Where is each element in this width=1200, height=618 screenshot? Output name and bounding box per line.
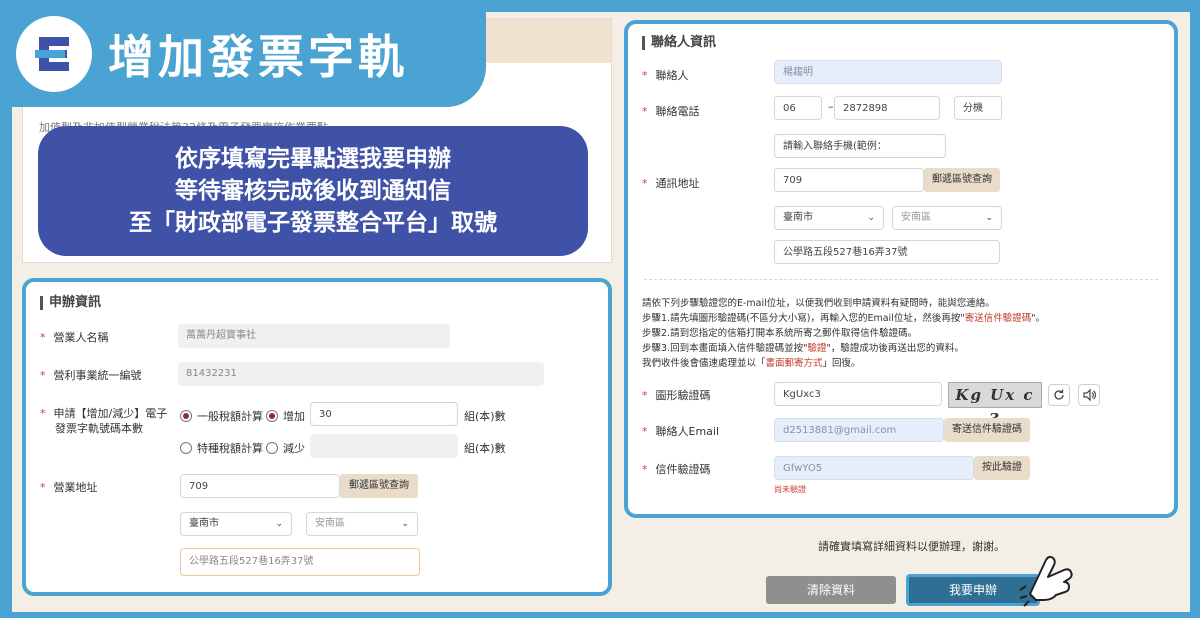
mobile-input[interactable]: 請輸入聯絡手機(範例：09XXXXXXX) bbox=[774, 134, 946, 158]
chevron-down-icon: ⌄ bbox=[401, 519, 409, 529]
logo-icon bbox=[16, 15, 92, 92]
page-title: 增加發票字軌 bbox=[108, 29, 408, 84]
business-address-label: * 營業地址 bbox=[40, 481, 98, 494]
captcha-label: * 圖形驗證碼 bbox=[642, 389, 711, 402]
title-badge: 增加發票字軌 bbox=[0, 0, 486, 107]
speaker-icon[interactable] bbox=[1078, 384, 1100, 406]
captcha-input[interactable]: KgUxc3 bbox=[774, 382, 942, 406]
contact-zip-lookup-button[interactable]: 郵遞區號查詢 bbox=[924, 168, 1000, 192]
verify-instructions: 請依下列步驟驗證您的E-mail位址，以便我們收到申請資料有疑問時，能與您連絡。… bbox=[642, 298, 1046, 369]
phone-number-input[interactable]: 2872898 bbox=[834, 96, 940, 120]
contact-district-select[interactable]: 安南區 ⌄ bbox=[892, 206, 1002, 230]
clear-button[interactable]: 清除資料 bbox=[766, 576, 896, 604]
verify-status: 尚未驗證 bbox=[774, 485, 806, 494]
contact-info-card: 聯絡人資訊 * 聯絡人 楊趨明 * 聯絡電話 06 – 2872898 分機 請輸入… bbox=[624, 20, 1178, 518]
phone-dash: – bbox=[828, 100, 834, 113]
radio-special-tax[interactable]: 特種稅額計算 bbox=[180, 440, 263, 456]
banner-line-1: 依序填寫完畢點選我要申辦 bbox=[175, 146, 451, 172]
radio-general-tax[interactable]: 一般稅額計算 bbox=[180, 408, 263, 424]
contact-street-input[interactable]: 公學路五段527巷16弄37號 bbox=[774, 240, 1000, 264]
contact-name-input[interactable]: 楊趨明 bbox=[774, 60, 1002, 84]
section-title-contact: 聯絡人資訊 bbox=[642, 36, 716, 50]
email-label: * 聯絡人Email bbox=[642, 425, 720, 438]
radio-decrease[interactable]: 減少 bbox=[266, 440, 305, 456]
phone-area-code-input[interactable]: 06 bbox=[774, 96, 822, 120]
hand-pointer-icon bbox=[1016, 550, 1080, 612]
decrease-quantity-input[interactable] bbox=[310, 434, 458, 458]
application-info-card: 申辦資訊 * 營業人名稱 萬萬丹超寶事社 * 營利事業統一編號 81432231 *… bbox=[22, 278, 612, 596]
email-code-input[interactable]: GfwYO5 bbox=[774, 456, 974, 480]
increase-quantity-input[interactable]: 30 bbox=[310, 402, 458, 426]
business-zip-lookup-button[interactable]: 郵遞區號查詢 bbox=[340, 474, 418, 498]
contact-address-label: * 通訊地址 bbox=[642, 177, 700, 190]
email-code-label: * 信件驗證碼 bbox=[642, 463, 711, 476]
contact-phone-label: * 聯絡電話 bbox=[642, 105, 700, 118]
banner-line-3: 至「財政部電子發票整合平台」取號 bbox=[129, 210, 497, 236]
section-divider bbox=[644, 279, 1158, 280]
banner-line-2: 等待審核完成後收到通知信 bbox=[175, 178, 451, 204]
send-code-button[interactable]: 寄送信件驗證碼 bbox=[944, 418, 1030, 442]
email-input[interactable]: d2513881@gmail.com bbox=[774, 418, 944, 442]
tax-id-field[interactable]: 81432231 bbox=[178, 362, 544, 386]
business-city-select[interactable]: 臺南市 ⌄ bbox=[180, 512, 292, 536]
chevron-down-icon: ⌄ bbox=[985, 213, 993, 223]
business-street-input[interactable]: 公學路五段527巷16弄37號 bbox=[180, 548, 420, 576]
business-zip-input[interactable]: 709 bbox=[180, 474, 340, 498]
radio-dot bbox=[266, 442, 278, 454]
chevron-down-icon: ⌄ bbox=[275, 519, 283, 529]
unit-label-2: 組(本)數 bbox=[464, 442, 506, 455]
contact-zip-input[interactable]: 709 bbox=[774, 168, 924, 192]
unit-label-1: 組(本)數 bbox=[464, 410, 506, 423]
instruction-banner: 依序填寫完畢點選我要申辦 等待審核完成後收到通知信 至「財政部電子發票整合平台」… bbox=[38, 126, 588, 256]
phone-extension-input[interactable]: 分機 bbox=[954, 96, 1002, 120]
tax-id-label: * 營利事業統一編號 bbox=[40, 369, 142, 382]
quantity-label: * 申請【增加/減少】電子 發票字軌號碼本數 bbox=[40, 407, 168, 435]
captcha-image: Kg Ux c 3 bbox=[948, 382, 1042, 428]
radio-dot-selected bbox=[266, 410, 278, 422]
chevron-down-icon: ⌄ bbox=[867, 213, 875, 223]
contact-city-select[interactable]: 臺南市 ⌄ bbox=[774, 206, 884, 230]
radio-dot bbox=[180, 442, 192, 454]
business-name-label: * 營業人名稱 bbox=[40, 331, 109, 344]
radio-dot-selected bbox=[180, 410, 192, 422]
radio-increase[interactable]: 增加 bbox=[266, 408, 305, 424]
business-name-field[interactable]: 萬萬丹超寶事社 bbox=[178, 324, 450, 348]
contact-name-label: * 聯絡人 bbox=[642, 69, 689, 82]
footer-note: 請確實填寫詳細資料以便辦理，謝謝。 bbox=[818, 540, 1005, 553]
refresh-icon[interactable] bbox=[1048, 384, 1070, 406]
verify-button[interactable]: 按此驗證 bbox=[974, 456, 1030, 480]
business-district-select[interactable]: 安南區 ⌄ bbox=[306, 512, 418, 536]
section-title-application: 申辦資訊 bbox=[40, 296, 101, 310]
